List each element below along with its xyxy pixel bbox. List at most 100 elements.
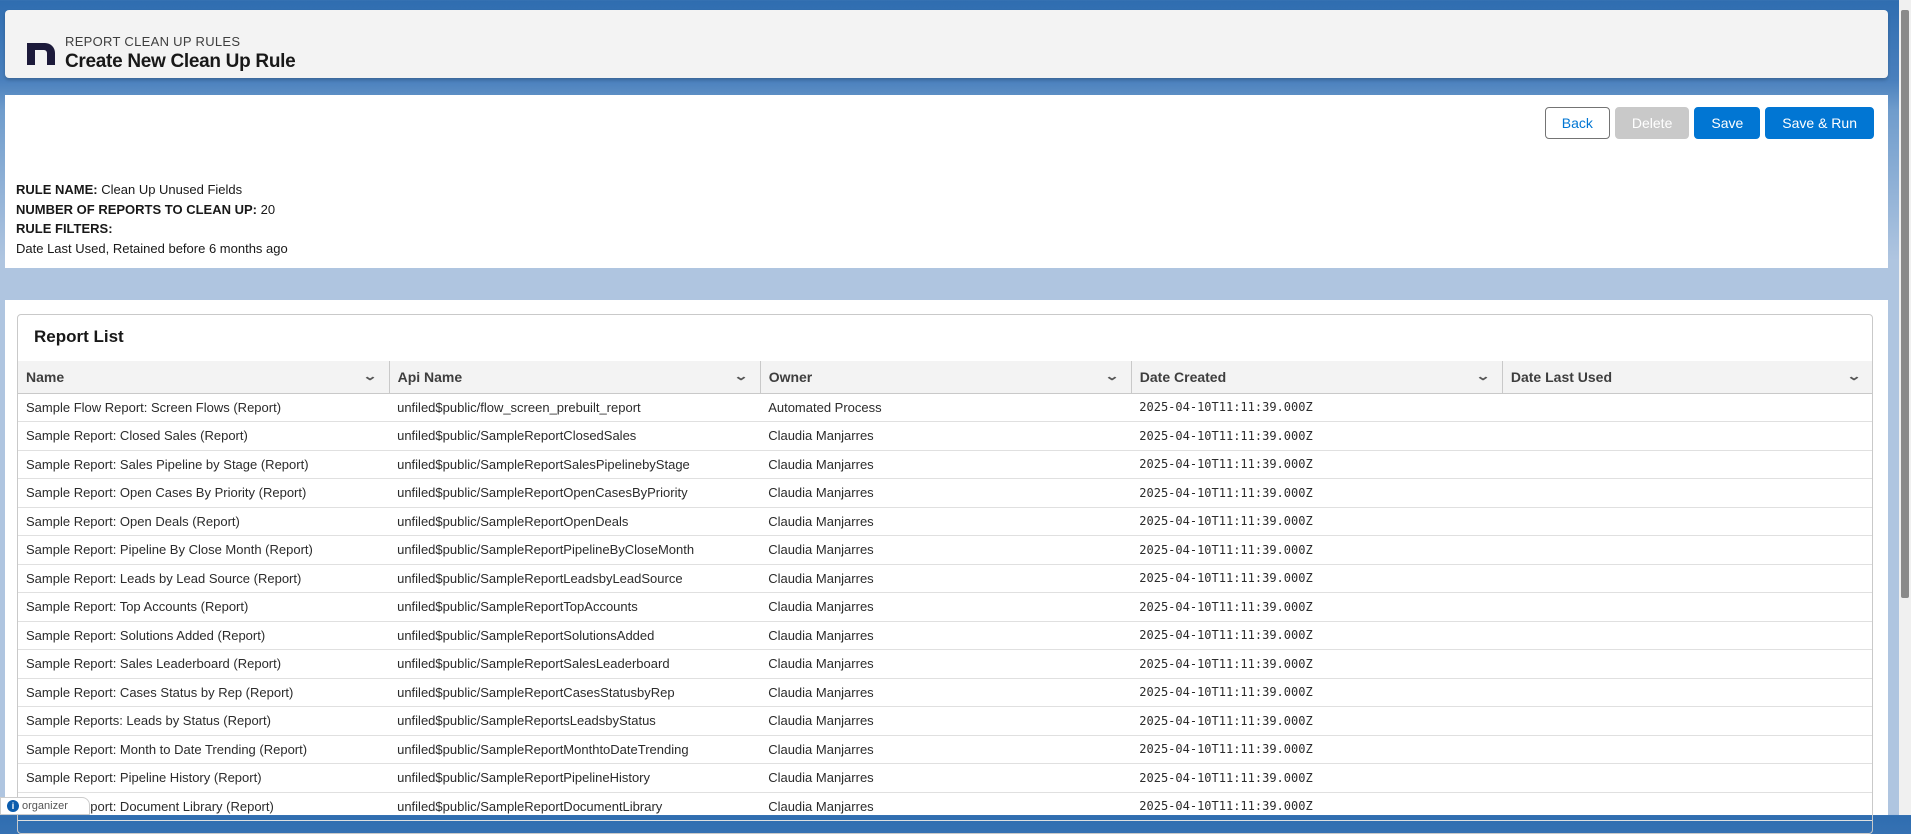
page-eyebrow: REPORT CLEAN UP RULES [65, 34, 241, 49]
date-created-cell: 2025-04-10T11:11:39.000Z [1131, 564, 1503, 593]
date-last-used-cell [1502, 706, 1872, 736]
rule-name-label: RULE NAME: [16, 182, 98, 197]
table-row[interactable]: Sample Report: Sales Leaderboard (Report… [18, 649, 1872, 679]
date-last-used-cell [1502, 649, 1872, 679]
report-name-cell: Sample Reports: Leads by Status (Report) [18, 706, 390, 736]
table-row[interactable]: Sample Flow Report: Screen Flows (Report… [18, 393, 1872, 422]
owner-cell: Claudia Manjarres [760, 450, 1132, 479]
column-header-api-name[interactable]: Api Name ⌄ [389, 361, 761, 394]
report-name-cell: Sample Report: Top Accounts (Report) [18, 592, 390, 622]
report-name-cell: Sample Report: Open Cases By Priority (R… [18, 478, 390, 508]
owner-cell: Claudia Manjarres [760, 649, 1132, 679]
api-name-cell: unfiled$public/SampleReportSolutionsAdde… [389, 621, 761, 650]
table-row[interactable]: Sample Report: Month to Date Trending (R… [18, 735, 1872, 764]
report-name-cell: Sample Report: Pipeline History (Report) [18, 763, 390, 793]
rule-filters-label: RULE FILTERS: [16, 221, 113, 236]
organizer-logo-icon: i [7, 800, 19, 812]
column-header-label: Api Name [397, 368, 463, 385]
column-header-name[interactable]: Name ⌄ [18, 361, 390, 394]
table-row[interactable]: Sample Report: Sales Pipeline by Stage (… [18, 450, 1872, 479]
table-row[interactable]: Sample Report: Open Deals (Report) unfile… [18, 507, 1872, 536]
report-list-panel: Report List Name ⌄ Api Name ⌄ Owner ⌄ Date Cre… [5, 300, 1888, 834]
column-header-date-created[interactable]: Date Created ⌄ [1131, 361, 1503, 394]
report-list-card: Report List Name ⌄ Api Name ⌄ Owner ⌄ Date Cre… [17, 314, 1873, 834]
api-name-cell: unfiled$public/SampleReportPipelineByClo… [389, 535, 761, 565]
report-name-cell: Sample Report: Solutions Added (Report) [18, 621, 390, 650]
date-created-cell: 2025-04-10T11:11:39.000Z [1131, 478, 1503, 508]
owner-cell: Automated Process [760, 393, 1132, 422]
column-header-date-last-used[interactable]: Date Last Used ⌄ [1502, 361, 1872, 394]
table-row[interactable]: Sample Report: Open Cases By Priority (R… [18, 478, 1872, 508]
table-row[interactable]: Sample Report: Pipeline History (Report)… [18, 763, 1872, 793]
report-name-cell: Sample Report: Leads by Lead Source (Rep… [18, 564, 390, 593]
scrollbar-thumb[interactable] [1901, 10, 1909, 598]
table-row[interactable]: Sample Reports: Leads by Status (Report)… [18, 706, 1872, 736]
api-name-cell: unfiled$public/SampleReportsLeadsbyStatu… [389, 706, 761, 736]
owner-cell: Claudia Manjarres [760, 678, 1132, 707]
column-header-label: Owner [768, 368, 813, 385]
date-last-used-cell [1502, 535, 1872, 565]
chevron-down-icon[interactable]: ⌄ [1846, 369, 1861, 383]
page-scrollbar[interactable] [1899, 0, 1911, 815]
report-name-cell: Sample Flow Report: Screen Flows (Report… [18, 393, 390, 422]
date-last-used-cell [1502, 478, 1872, 508]
table-row[interactable]: Sample Report: Document Library (Report)… [18, 792, 1872, 821]
api-name-cell: unfiled$public/SampleReportOpenCasesByPr… [389, 478, 761, 508]
date-last-used-cell [1502, 421, 1872, 451]
owner-cell: Claudia Manjarres [760, 507, 1132, 536]
column-header-owner[interactable]: Owner ⌄ [760, 361, 1132, 394]
api-name-cell: unfiled$public/SampleReportClosedSales [389, 421, 761, 451]
date-last-used-cell [1502, 763, 1872, 793]
date-created-cell: 2025-04-10T11:11:39.000Z [1131, 649, 1503, 679]
page-header: REPORT CLEAN UP RULES Create New Clean U… [5, 10, 1888, 78]
date-last-used-cell [1502, 792, 1872, 821]
table-row[interactable]: Sample Report: Leads by Lead Source (Rep… [18, 564, 1872, 593]
report-name-cell: Sample Report: Sales Pipeline by Stage (… [18, 450, 390, 479]
owner-cell: Claudia Manjarres [760, 478, 1132, 508]
date-created-cell: 2025-04-10T11:11:39.000Z [1131, 792, 1503, 821]
report-count-value: 20 [260, 201, 276, 217]
chevron-down-icon[interactable]: ⌄ [733, 369, 748, 383]
api-name-cell: unfiled$public/SampleReportCasesStatusby… [389, 678, 761, 707]
page-title: Create New Clean Up Rule [65, 51, 296, 72]
rule-filters-value: Date Last Used, Retained before 6 months… [16, 240, 288, 256]
back-button[interactable]: Back [1544, 107, 1610, 139]
app-logo-icon [27, 43, 55, 65]
save-button[interactable]: Save [1694, 107, 1761, 139]
api-name-cell: unfiled$public/SampleReportTopAccounts [389, 592, 761, 622]
table-row[interactable]: Sample Report: Closed Sales (Report) unfi… [18, 421, 1872, 451]
save-and-run-button[interactable]: Save & Run [1765, 107, 1874, 139]
date-created-cell: 2025-04-10T11:11:39.000Z [1131, 678, 1503, 707]
column-header-label: Date Created [1139, 368, 1227, 385]
chevron-down-icon[interactable]: ⌄ [1104, 369, 1119, 383]
date-last-used-cell [1502, 564, 1872, 593]
table-row[interactable]: Sample Report: Solutions Added (Report) u… [18, 621, 1872, 650]
date-created-cell: 2025-04-10T11:11:39.000Z [1131, 535, 1503, 565]
api-name-cell: unfiled$public/SampleReportSalesLeaderbo… [389, 649, 761, 679]
delete-button[interactable]: Delete [1614, 107, 1690, 139]
table-row[interactable]: Sample Report: Top Accounts (Report) unfi… [18, 592, 1872, 622]
table-row[interactable]: Sample Report: Cases Status by Rep (Repo… [18, 678, 1872, 707]
date-last-used-cell [1502, 393, 1872, 422]
report-name-cell: Sample Report: Closed Sales (Report) [18, 421, 390, 451]
report-count-label: NUMBER OF REPORTS TO CLEAN UP: [16, 201, 257, 217]
owner-cell: Claudia Manjarres [760, 621, 1132, 650]
date-created-cell: 2025-04-10T11:11:39.000Z [1131, 735, 1503, 764]
date-created-cell: 2025-04-10T11:11:39.000Z [1131, 621, 1503, 650]
date-last-used-cell [1502, 592, 1872, 622]
owner-cell: Claudia Manjarres [760, 763, 1132, 793]
date-last-used-cell [1502, 678, 1872, 707]
chevron-down-icon[interactable]: ⌄ [362, 369, 377, 383]
date-created-cell: 2025-04-10T11:11:39.000Z [1131, 393, 1503, 422]
report-name-cell: Sample Report: Sales Leaderboard (Report… [18, 649, 390, 679]
api-name-cell: unfiled$public/flow_screen_prebuilt_repo… [389, 393, 761, 422]
rule-info: RULE NAME: Clean Up Unused Fields NUMBER… [16, 180, 288, 258]
api-name-cell: unfiled$public/SampleReportLeadsbyLeadSo… [389, 564, 761, 593]
chevron-down-icon[interactable]: ⌄ [1475, 369, 1490, 383]
date-created-cell: 2025-04-10T11:11:39.000Z [1131, 763, 1503, 793]
table-row[interactable]: Sample Report: Pipeline By Close Month (… [18, 535, 1872, 565]
rule-summary-panel: Back Delete Save Save & Run RULE NAME: C… [5, 95, 1888, 268]
owner-cell: Claudia Manjarres [760, 735, 1132, 764]
organizer-widget[interactable]: i organizer [0, 797, 90, 815]
owner-cell: Claudia Manjarres [760, 421, 1132, 451]
